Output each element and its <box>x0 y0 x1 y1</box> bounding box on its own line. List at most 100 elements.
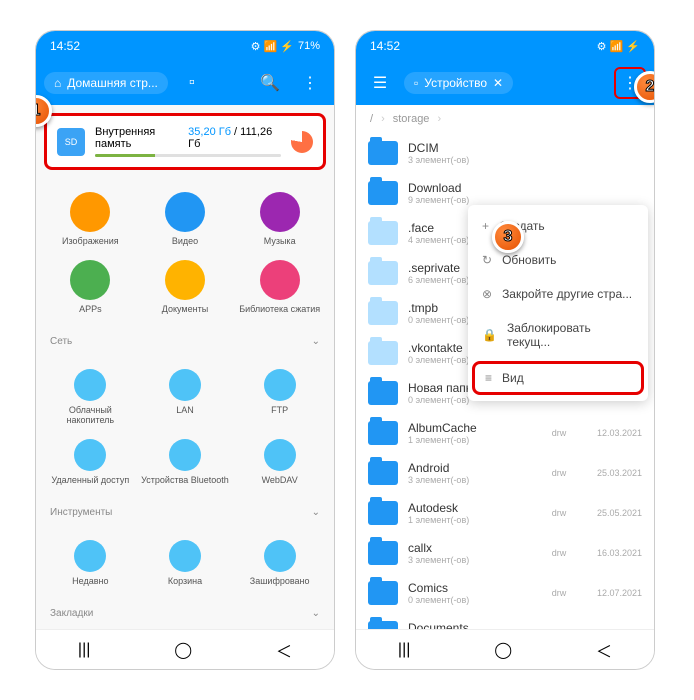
more-icon[interactable]: ⋮ <box>294 67 326 99</box>
status-icons: ⚙ 📶 ⚡ 71% <box>251 40 320 53</box>
folder-row[interactable]: Documents1 элемент(-ов)drw08.09.2021 <box>356 613 654 629</box>
folder-date: 12.07.2021 <box>584 588 642 598</box>
pie-icon[interactable] <box>291 131 313 153</box>
folder-sub: 3 элемент(-ов) <box>408 155 534 165</box>
section-network[interactable]: Сеть⌄ <box>36 328 334 355</box>
home-icon: ⌂ <box>54 76 61 90</box>
folder-row[interactable]: Autodesk1 элемент(-ов)drw25.05.2021 <box>356 493 654 533</box>
tile-icon <box>169 439 201 471</box>
status-icons: ⚙ 📶 ⚡ <box>597 40 640 53</box>
folder-row[interactable]: Comics0 элемент(-ов)drw12.07.2021 <box>356 573 654 613</box>
folder-date: 16.03.2021 <box>584 548 642 558</box>
storage-info: Внутренняя память 35,20 Гб / 111,26 Гб <box>95 126 281 157</box>
tile[interactable]: LAN <box>139 363 232 431</box>
search-icon[interactable]: 🔍 <box>254 67 286 99</box>
tile[interactable]: Документы <box>139 254 232 320</box>
menu-item[interactable]: ⊗Закройте другие стра... <box>468 277 648 311</box>
category-grid: Изображения Видео Музыка APPsДокументыБибли… <box>36 178 334 328</box>
app-bar: ⌂ Домашняя стр... ▫ 🔍 ⋮ <box>36 61 334 105</box>
nav-recent[interactable]: ||| <box>398 641 410 659</box>
tile-label: Удаленный доступ <box>51 475 129 485</box>
tile-label: Устройства Bluetooth <box>141 475 229 485</box>
folder-sub: 3 элемент(-ов) <box>408 475 534 485</box>
tile-icon <box>260 192 300 232</box>
close-icon[interactable]: ✕ <box>493 76 503 90</box>
menu-item[interactable]: ≡Вид <box>472 361 644 395</box>
chevron-down-icon: ⌄ <box>312 507 320 518</box>
phone-left: 1 14:52 ⚙ 📶 ⚡ 71% ⌂ Домашняя стр... ▫ 🔍 … <box>35 30 335 670</box>
folder-row[interactable]: callx3 элемент(-ов)drw16.03.2021 <box>356 533 654 573</box>
folder-icon <box>368 141 398 165</box>
tile-icon <box>169 369 201 401</box>
tile[interactable]: Музыка <box>233 186 326 252</box>
folder-perm: drw <box>544 428 574 438</box>
menu-label: Обновить <box>502 253 556 267</box>
folder-icon <box>368 381 398 405</box>
tile-icon <box>74 439 106 471</box>
tile-label: Недавно <box>72 576 108 586</box>
folder-row[interactable]: AlbumCache1 элемент(-ов)drw12.03.2021 <box>356 413 654 453</box>
folder-icon <box>368 501 398 525</box>
tile-label: Видео <box>172 236 198 246</box>
tile[interactable]: Библиотека сжатия <box>233 254 326 320</box>
tile-icon <box>165 192 205 232</box>
nav-back[interactable]: ＜ <box>596 638 612 662</box>
folder-sub: 9 элемент(-ов) <box>408 195 534 205</box>
nav-home[interactable]: ◯ <box>494 640 512 660</box>
folder-icon <box>368 621 398 629</box>
menu-label: Закройте другие стра... <box>502 287 632 301</box>
folder-icon <box>368 301 398 325</box>
phone-right: 2 3 14:52 ⚙ 📶 ⚡ ☰ ▫ Устройство ✕ ⋮ /› st… <box>355 30 655 670</box>
network-grid: Облачный накопитель LAN FTP Удаленный досту… <box>36 355 334 499</box>
tile-icon <box>260 260 300 300</box>
tile[interactable]: Недавно <box>44 534 137 592</box>
tile-label: Изображения <box>62 236 119 246</box>
tile-icon <box>264 369 296 401</box>
folder-name: Android <box>408 461 534 475</box>
folder-row[interactable]: DCIM3 элемент(-ов) <box>356 133 654 173</box>
nav-back[interactable]: ＜ <box>276 638 292 662</box>
tile[interactable]: Удаленный доступ <box>44 433 137 491</box>
nav-bar: ||| ◯ ＜ <box>356 629 654 669</box>
folder-name: Autodesk <box>408 501 534 515</box>
nav-home[interactable]: ◯ <box>174 640 192 660</box>
menu-item[interactable]: 🔒Заблокировать текущ... <box>468 311 648 359</box>
tile[interactable]: WebDAV <box>233 433 326 491</box>
home-chip[interactable]: ⌂ Домашняя стр... <box>44 72 168 94</box>
menu-item[interactable]: ↻Обновить <box>468 243 648 277</box>
tile-icon <box>165 260 205 300</box>
folder-date: 25.05.2021 <box>584 508 642 518</box>
tile[interactable]: Изображения <box>44 186 137 252</box>
chevron-down-icon: ⌄ <box>312 608 320 619</box>
tile-label: Облачный накопитель <box>46 405 135 425</box>
folder-perm: drw <box>544 468 574 478</box>
breadcrumb[interactable]: /› storage› <box>356 105 654 133</box>
tile[interactable]: Облачный накопитель <box>44 363 137 431</box>
status-time: 14:52 <box>370 39 400 53</box>
tab-icon[interactable]: ▫ <box>176 67 208 99</box>
section-bookmarks[interactable]: Закладки⌄ <box>36 600 334 627</box>
tile[interactable]: Устройства Bluetooth <box>139 433 232 491</box>
tile[interactable]: Видео <box>139 186 232 252</box>
tile[interactable]: APPs <box>44 254 137 320</box>
nav-recent[interactable]: ||| <box>78 641 90 659</box>
tile[interactable]: FTP <box>233 363 326 431</box>
tile[interactable]: Корзина <box>139 534 232 592</box>
content-left: SD Внутренняя память 35,20 Гб / 111,26 Г… <box>36 105 334 629</box>
storage-name: Внутренняя память <box>95 126 188 150</box>
tile-label: WebDAV <box>262 475 298 485</box>
device-chip[interactable]: ▫ Устройство ✕ <box>404 72 513 94</box>
tools-grid: Недавно Корзина Зашифровано <box>36 526 334 600</box>
tile-label: Зашифровано <box>250 576 310 586</box>
storage-card[interactable]: SD Внутренняя память 35,20 Гб / 111,26 Г… <box>44 113 326 170</box>
tile[interactable]: Зашифровано <box>233 534 326 592</box>
section-tools[interactable]: Инструменты⌄ <box>36 499 334 526</box>
folder-row[interactable]: Android3 элемент(-ов)drw25.03.2021 <box>356 453 654 493</box>
folder-icon <box>368 461 398 485</box>
menu-icon[interactable]: ☰ <box>364 67 396 99</box>
tile-label: LAN <box>176 405 194 415</box>
menu-label: Вид <box>502 371 524 385</box>
tile-icon <box>70 192 110 232</box>
folder-icon <box>368 541 398 565</box>
tile-icon <box>70 260 110 300</box>
